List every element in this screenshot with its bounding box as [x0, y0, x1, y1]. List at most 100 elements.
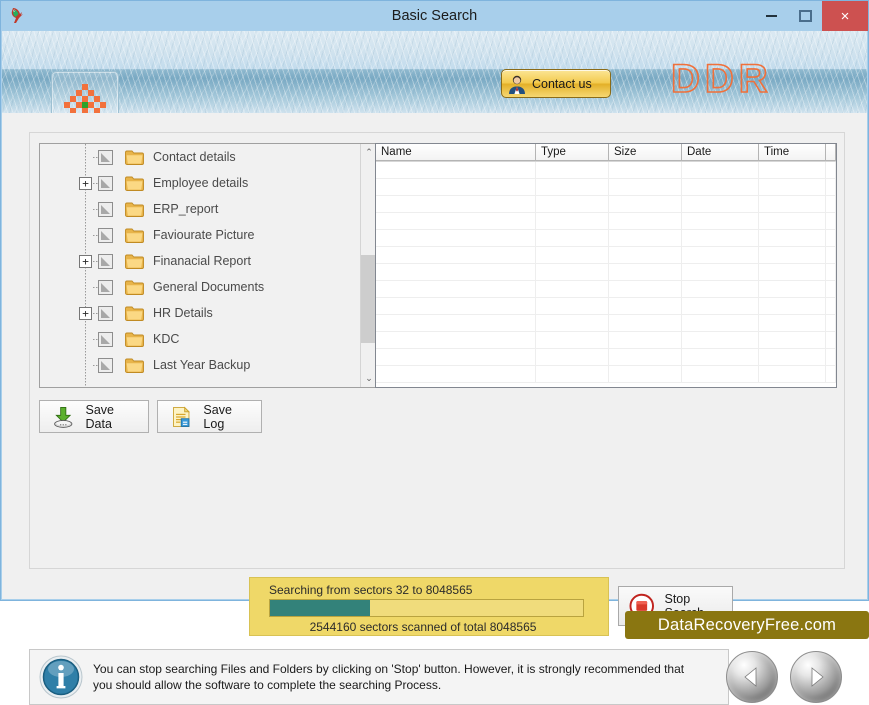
file-list-row[interactable] [376, 179, 836, 196]
tree-item[interactable]: General Documents [40, 274, 360, 300]
next-button[interactable] [790, 651, 842, 703]
client-area: Contact details + Employee details ERP_repo… [2, 113, 867, 705]
file-list-cell [536, 264, 609, 280]
recovered-file-list[interactable]: Name Type Size Date Time [375, 143, 837, 388]
tree-item-checkbox[interactable] [98, 305, 113, 321]
search-progress-panel: Searching from sectors 32 to 8048565 254… [249, 577, 609, 636]
tree-item-checkbox[interactable] [98, 227, 113, 243]
file-list-cell [759, 366, 826, 382]
file-list-cell [682, 162, 759, 178]
footer-website-badge[interactable]: DataRecoveryFree.com [625, 611, 869, 639]
info-panel: You can stop searching Files and Folders… [29, 649, 729, 705]
file-list-cell [759, 332, 826, 348]
file-list-cell [826, 247, 836, 263]
file-list-cell [682, 264, 759, 280]
tree-item[interactable]: + Employee details [40, 170, 360, 196]
expand-icon[interactable]: + [79, 254, 92, 268]
file-list-cell [376, 298, 536, 314]
file-list-cell [682, 247, 759, 263]
tree-item-checkbox[interactable] [98, 175, 113, 191]
save-data-button[interactable]: Save Data [39, 400, 149, 433]
folder-icon-wrap [119, 280, 144, 295]
file-list-cell [759, 162, 826, 178]
file-list-cell [536, 162, 609, 178]
tree-item[interactable]: Contact details [40, 144, 360, 170]
file-list-row[interactable] [376, 315, 836, 332]
file-list-cell [682, 332, 759, 348]
file-list-row[interactable] [376, 196, 836, 213]
info-text: You can stop searching Files and Folders… [93, 662, 685, 692]
progress-status-text: 2544160 sectors scanned of total 8048565 [309, 620, 537, 634]
file-list-row[interactable] [376, 230, 836, 247]
tree-item-checkbox[interactable] [98, 201, 113, 217]
file-list-cell [536, 315, 609, 331]
tree-item-checkbox[interactable] [98, 279, 113, 295]
file-list-cell [376, 179, 536, 195]
file-list-cell [536, 298, 609, 314]
file-list-cell [536, 179, 609, 195]
column-header[interactable]: Date [682, 144, 759, 161]
footer-website-text: DataRecoveryFree.com [657, 615, 837, 634]
expand-icon[interactable]: + [79, 176, 92, 190]
file-list-row[interactable] [376, 213, 836, 230]
contact-us-button[interactable]: Contact us [501, 69, 611, 98]
column-header[interactable]: Type [536, 144, 609, 161]
tree-item[interactable]: Last Year Backup [40, 352, 360, 378]
file-list-row[interactable] [376, 247, 836, 264]
close-button[interactable]: × [822, 1, 868, 31]
tree-item-checkbox[interactable] [98, 253, 113, 269]
file-list-cell [609, 349, 682, 365]
tree-item-checkbox[interactable] [98, 331, 113, 347]
file-list-row[interactable] [376, 281, 836, 298]
file-list-row[interactable] [376, 349, 836, 366]
file-list-cell [609, 366, 682, 382]
checkered-flower-logo [64, 84, 106, 113]
folder-tree-items: Contact details + Employee details ERP_repo… [40, 144, 360, 387]
expand-icon[interactable]: + [79, 306, 92, 320]
file-list-row[interactable] [376, 366, 836, 383]
file-list-cell [759, 196, 826, 212]
file-list-cell [536, 366, 609, 382]
maximize-button[interactable] [788, 1, 822, 31]
tree-item[interactable]: + HR Details [40, 300, 360, 326]
folder-tree[interactable]: Contact details + Employee details ERP_repo… [39, 143, 378, 388]
file-list-cell [376, 162, 536, 178]
tree-item[interactable]: ERP_report [40, 196, 360, 222]
file-list-cell [376, 315, 536, 331]
tree-item-label: Faviourate Picture [153, 228, 255, 242]
tree-item-checkbox[interactable] [98, 357, 113, 373]
save-log-button[interactable]: Save Log [157, 400, 262, 433]
folder-icon [125, 176, 144, 191]
file-list-cell [759, 298, 826, 314]
file-list-cell [376, 349, 536, 365]
file-list-cell [376, 264, 536, 280]
file-list-cell [609, 162, 682, 178]
file-list-cell [609, 315, 682, 331]
folder-icon-wrap [119, 306, 144, 321]
previous-button[interactable] [726, 651, 778, 703]
file-list-cell [826, 230, 836, 246]
column-header[interactable]: Time [759, 144, 826, 161]
file-list-cell [536, 349, 609, 365]
minimize-button[interactable] [754, 1, 788, 31]
file-list-cell [826, 366, 836, 382]
file-list-row[interactable] [376, 162, 836, 179]
tree-item[interactable]: KDC [40, 326, 360, 352]
file-list-cell [826, 162, 836, 178]
file-list-body[interactable] [376, 162, 836, 383]
file-list-cell [826, 315, 836, 331]
tree-item-label: HR Details [153, 306, 213, 320]
column-header[interactable]: Name [376, 144, 536, 161]
tree-item[interactable]: + Finanacial Report [40, 248, 360, 274]
file-list-cell [376, 281, 536, 297]
file-list-row[interactable] [376, 332, 836, 349]
column-header[interactable]: Size [609, 144, 682, 161]
file-list-row[interactable] [376, 298, 836, 315]
column-header[interactable] [826, 144, 836, 161]
tree-item-checkbox[interactable] [98, 149, 113, 165]
tree-item-label: General Documents [153, 280, 265, 294]
file-list-cell [609, 298, 682, 314]
folder-icon [125, 228, 144, 243]
file-list-row[interactable] [376, 264, 836, 281]
tree-item[interactable]: Faviourate Picture [40, 222, 360, 248]
